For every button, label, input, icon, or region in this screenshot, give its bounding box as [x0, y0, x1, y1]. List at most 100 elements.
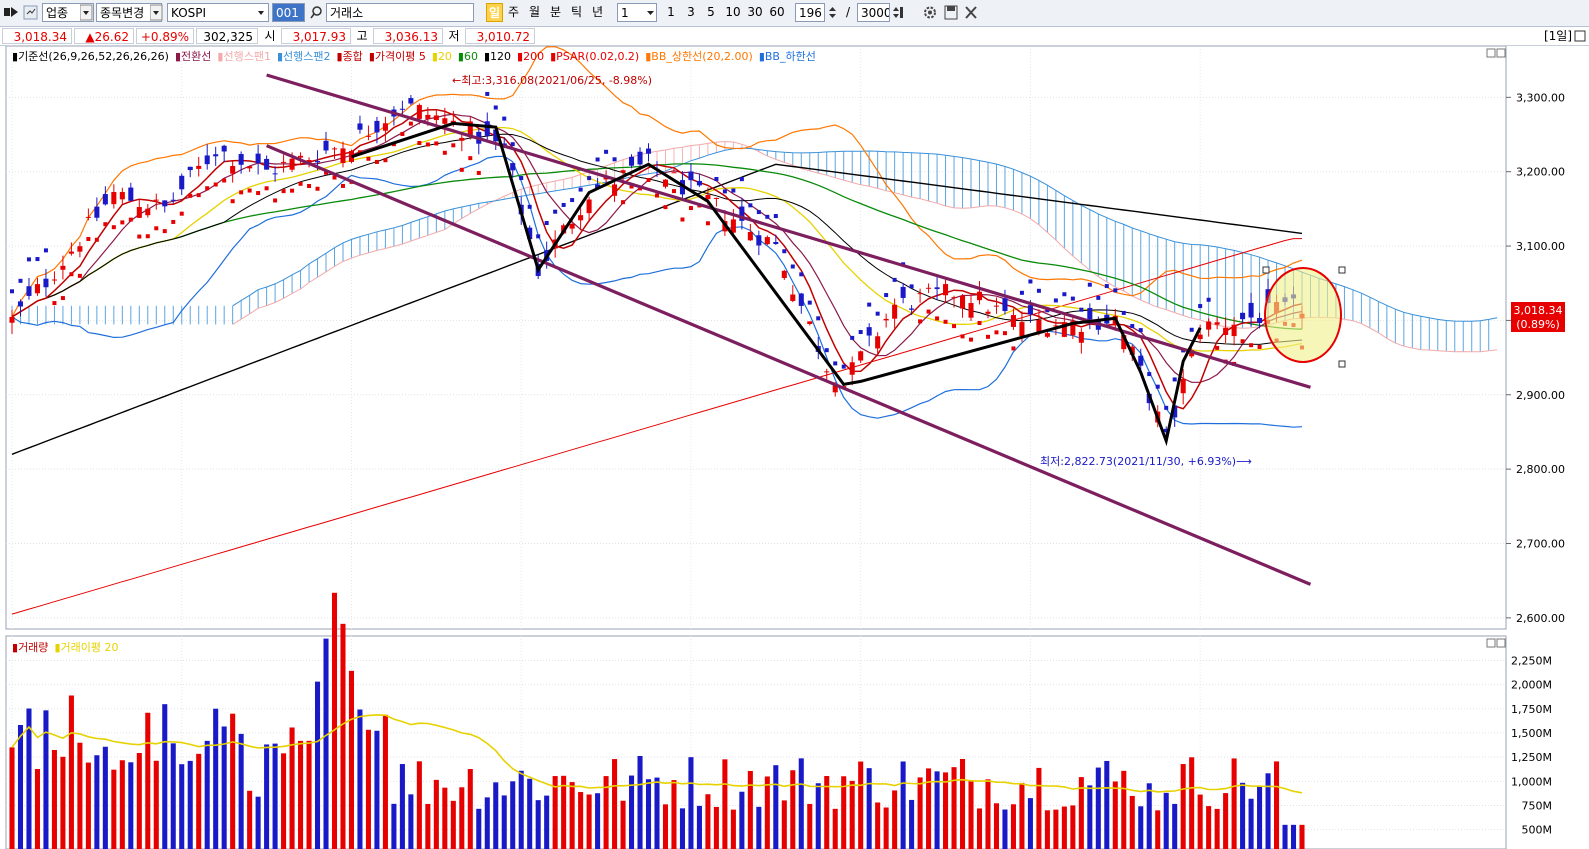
code-input[interactable]: 001: [272, 3, 305, 22]
legend-item[interactable]: 선행스팬1: [223, 50, 270, 63]
psar-dot: [86, 236, 91, 241]
legend-item[interactable]: BB_하한선: [765, 49, 816, 63]
candle-body: [128, 187, 134, 201]
candle-body: [60, 265, 66, 270]
search-icon[interactable]: [308, 3, 326, 22]
psar-dot: [952, 324, 957, 329]
volume-pane-close-icon[interactable]: [1496, 638, 1506, 648]
tools-icon[interactable]: [962, 3, 980, 22]
volume-bar: [578, 792, 584, 849]
symbol-input[interactable]: KOSPI: [167, 3, 269, 22]
candle-body: [798, 293, 804, 306]
maximize-icon[interactable]: [1574, 28, 1586, 44]
menu-icon[interactable]: [3, 3, 19, 22]
settings-icon[interactable]: [921, 3, 939, 22]
price-pane-min-icon[interactable]: [1486, 48, 1496, 58]
volume-bar: [1223, 793, 1229, 849]
legend-item[interactable]: 거래이평 20: [61, 641, 119, 654]
save-icon[interactable]: [942, 3, 960, 22]
psar-dot: [1147, 372, 1152, 377]
psar-dot: [1138, 328, 1143, 333]
period-tag[interactable]: [1일]: [1522, 28, 1572, 44]
indicator-legend: ▮기준선(26,9,26,52,26,26,26) ▮전환선 ▮선행스팬1 ▮선행스팬…: [12, 49, 816, 63]
candle-body: [1197, 334, 1203, 340]
legend-item[interactable]: 종합: [343, 50, 363, 63]
candle-body: [272, 173, 278, 175]
period-btn-year[interactable]: 년: [589, 3, 606, 22]
legend-item[interactable]: 20: [438, 50, 452, 63]
interval-btn-10[interactable]: 10: [723, 3, 743, 22]
psar-dot: [935, 316, 940, 321]
gear-small-icon[interactable]: [22, 3, 40, 22]
psar-dot: [417, 141, 422, 146]
psar-dot: [510, 142, 515, 147]
psar-dot: [103, 222, 108, 227]
psar-dot: [918, 319, 923, 324]
candle-body: [807, 321, 813, 325]
interval-btn-60[interactable]: 60: [767, 3, 787, 22]
legend-item[interactable]: 선행스팬2: [283, 50, 330, 63]
legend-item[interactable]: BB_상한선(20,2.00): [651, 50, 753, 63]
interval-btn-3[interactable]: 3: [684, 3, 698, 22]
candle-body: [1078, 331, 1084, 343]
chart-area[interactable]: 3,300.003,200.003,100.003,000.002,900.00…: [0, 46, 1589, 849]
legend-item[interactable]: 전환선: [181, 50, 211, 63]
candle-body: [136, 206, 142, 218]
volume-bar: [416, 761, 422, 849]
exchange-field[interactable]: 거래소: [326, 3, 474, 22]
psar-dot: [340, 183, 345, 188]
symbol-dropdown-icon[interactable]: [255, 3, 268, 22]
count-spinner[interactable]: [826, 3, 839, 22]
period-btn-tick[interactable]: 틱: [568, 3, 585, 22]
price-pane-close-icon[interactable]: [1496, 48, 1506, 58]
count-step-icon[interactable]: [891, 3, 905, 22]
legend-item[interactable]: 60: [464, 50, 478, 63]
legend-item[interactable]: 기준선(26,9,26,52,26,26,26): [18, 50, 169, 63]
interval-btn-1[interactable]: 1: [664, 3, 678, 22]
volume-bar: [1299, 824, 1305, 849]
candle-body: [756, 235, 762, 246]
period-btn-day[interactable]: 일: [486, 3, 503, 22]
legend-item[interactable]: 200: [523, 50, 544, 63]
volume-bar: [747, 770, 753, 849]
interval-btn-30[interactable]: 30: [745, 3, 765, 22]
legend-item[interactable]: 거래량: [18, 641, 48, 654]
volume-bar: [645, 779, 652, 849]
volume-bar: [1146, 783, 1152, 849]
psar-dot: [850, 335, 855, 340]
candle-body: [442, 118, 448, 124]
psar-dot: [179, 211, 184, 216]
volume-bar: [662, 804, 669, 849]
candle-body: [1180, 378, 1186, 394]
psar-dot: [816, 316, 821, 321]
period-btn-week[interactable]: 주: [505, 3, 522, 22]
interval-btn-5[interactable]: 5: [704, 3, 718, 22]
legend-item[interactable]: 가격이평 5: [375, 50, 426, 63]
psar-dot: [714, 176, 719, 181]
volume-pane-min-icon[interactable]: [1486, 638, 1496, 648]
psar-dot: [247, 188, 252, 193]
candle-body: [620, 170, 626, 173]
period-btn-minute[interactable]: 분: [547, 3, 564, 22]
period-btn-month[interactable]: 월: [526, 3, 543, 22]
psar-dot: [663, 205, 668, 210]
change-dropdown-icon[interactable]: [150, 3, 163, 22]
psar-dot: [544, 221, 549, 226]
candle-body: [230, 166, 236, 174]
volume-bar: [60, 756, 66, 849]
count-input[interactable]: 196: [795, 3, 825, 22]
volume-bar: [1180, 764, 1186, 849]
volume-bar: [1070, 805, 1076, 849]
volume-bar: [476, 808, 482, 849]
psar-dot: [1113, 288, 1118, 293]
candle-body: [1214, 322, 1220, 325]
toolbar: 업종 종목변경 KOSPI 001 거래소 일 주 월 분 틱 년 1 1 3 …: [0, 0, 1589, 27]
volume-bar: [1206, 806, 1212, 849]
market-dropdown-icon[interactable]: [80, 3, 93, 22]
legend-item[interactable]: 120: [490, 50, 511, 63]
count-total-input[interactable]: 3000: [857, 3, 890, 22]
psar-dot: [69, 272, 74, 277]
interval-dropdown-icon[interactable]: [645, 3, 657, 22]
legend-item[interactable]: PSAR(0.02,0.2): [556, 50, 639, 63]
psar-dot: [502, 116, 507, 121]
